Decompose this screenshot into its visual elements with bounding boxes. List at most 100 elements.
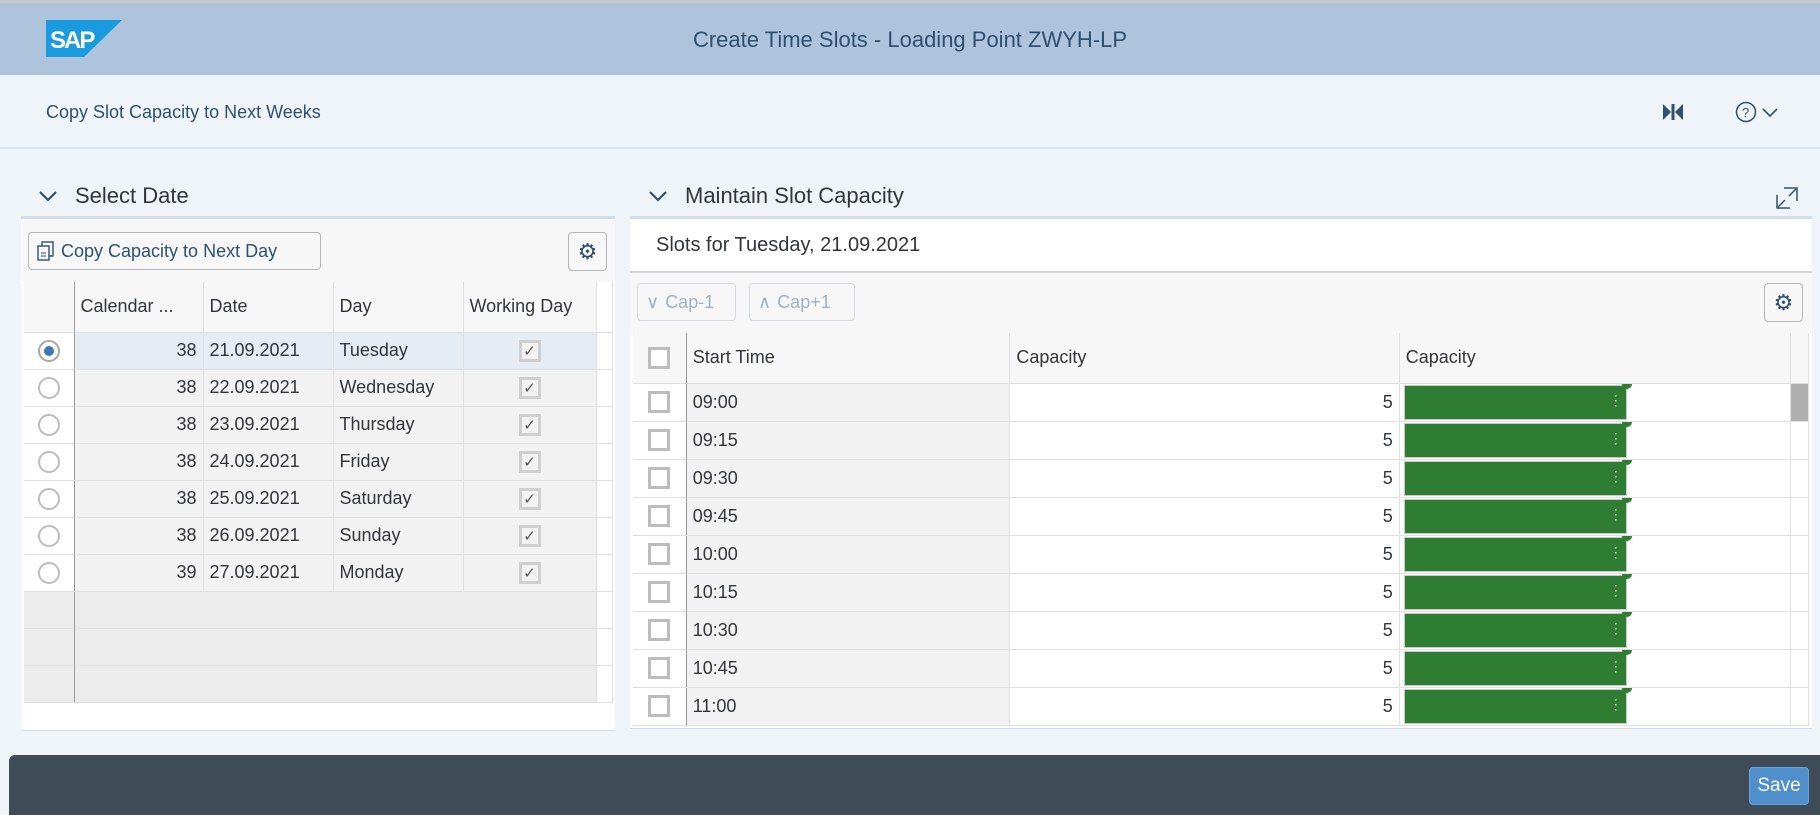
table-row[interactable]: 10:30 5 [633,611,1809,650]
capacity-cell[interactable]: 5 [1009,459,1400,498]
capacity-bar[interactable] [1403,573,1632,610]
fullscreen-icon[interactable] [1776,187,1798,209]
table-row[interactable]: 10:15 5 [633,573,1809,612]
column-header-capacity[interactable]: Capacity [1009,333,1400,384]
capacity-cell[interactable]: 5 [1009,649,1400,688]
table-settings-button[interactable]: ⚙ [568,232,607,271]
row-select-cell [633,649,687,688]
scroll-cell [596,369,613,407]
scrollbar-cell[interactable] [1790,497,1809,536]
row-radio-button[interactable] [37,450,60,473]
button-label: Cap+1 [777,291,831,312]
capacity-cell[interactable]: 5 [1009,573,1400,612]
select-all-checkbox[interactable] [648,346,671,369]
capacity-bar[interactable] [1403,459,1632,496]
date-cell: 24.09.2021 [203,443,334,481]
chevron-down-icon[interactable] [37,185,59,207]
table-row[interactable]: 11:00 5 [633,687,1809,726]
scrollbar-cell[interactable] [1790,459,1809,498]
row-radio-button[interactable] [37,561,60,584]
capacity-cell[interactable]: 5 [1009,497,1400,536]
column-header-day[interactable]: Day [333,282,464,333]
capacity-cell[interactable]: 5 [1009,687,1400,726]
table-row[interactable]: 38 25.09.2021 Saturday ✓ [24,480,613,518]
table-row[interactable]: 10:45 5 [633,649,1809,688]
table-row[interactable]: 09:15 5 [633,421,1809,460]
table-row[interactable]: 38 24.09.2021 Friday ✓ [24,443,613,481]
scrollbar-cell[interactable] [1790,383,1809,422]
save-button[interactable]: Save [1749,767,1809,805]
scrollbar-cell[interactable] [1790,649,1809,688]
capacity-bar[interactable] [1403,383,1632,420]
row-radio-button[interactable] [37,376,60,399]
working-day-checkbox: ✓ [518,413,541,436]
row-checkbox[interactable] [648,695,671,717]
row-checkbox[interactable] [648,657,671,679]
capacity-cell[interactable]: 5 [1009,611,1400,650]
copy-to-next-weeks-link[interactable]: Copy Slot Capacity to Next Weeks [46,102,321,123]
select-date-section-header[interactable]: Select Date [37,183,189,209]
capacity-bar[interactable] [1403,421,1632,458]
date-cell: 27.09.2021 [203,554,334,592]
table-header-row: Start Time Capacity Capacity [633,333,1809,384]
calendar-week-cell: 38 [74,369,204,407]
help-menu-icon[interactable]: ? [1735,101,1783,128]
column-header-date[interactable]: Date [203,282,334,333]
start-time-cell: 10:45 [686,649,1011,688]
button-label: Copy Capacity to Next Day [61,240,278,261]
maintain-capacity-section-header[interactable]: Maintain Slot Capacity [647,183,904,209]
scrollbar-cell[interactable] [1790,573,1809,612]
scrollbar-cell[interactable] [1790,687,1809,726]
row-checkbox[interactable] [648,391,671,413]
scroll-cell [596,591,613,629]
capacity-bar[interactable] [1403,649,1632,686]
capacity-cell[interactable]: 5 [1009,383,1400,422]
row-radio-button[interactable] [37,524,60,547]
table-header-row: Calendar ... Date Day Working Day [24,282,613,333]
table-row[interactable]: 39 27.09.2021 Monday ✓ [24,554,613,592]
table-row[interactable]: 38 21.09.2021 Tuesday ✓ [24,332,613,370]
table-row[interactable]: 38 23.09.2021 Thursday ✓ [24,406,613,444]
capacity-bar[interactable] [1403,497,1632,534]
column-header-capacity-bar[interactable]: Capacity [1399,333,1792,384]
row-checkbox[interactable] [648,619,671,641]
row-checkbox[interactable] [648,467,671,489]
capacity-cell[interactable]: 5 [1009,421,1400,460]
row-radio-button[interactable] [37,487,60,510]
collapse-header-icon[interactable] [1663,103,1683,126]
row-select-cell [633,421,687,460]
row-checkbox[interactable] [648,429,671,451]
table-settings-button[interactable]: ⚙ [1764,283,1803,322]
row-radio-button[interactable] [37,339,60,362]
scrollbar-cell[interactable] [1790,535,1809,574]
chevron-down-icon[interactable] [647,185,669,207]
capacity-cell[interactable]: 5 [1009,535,1400,574]
column-header-start-time[interactable]: Start Time [686,333,1011,384]
scroll-cell [596,517,613,555]
working-day-cell: ✓ [463,554,597,592]
column-header-calendar-week[interactable]: Calendar ... [74,282,204,333]
scrollbar-cell[interactable] [1790,611,1809,650]
copy-capacity-next-day-button[interactable]: Copy Capacity to Next Day [28,232,321,270]
scrollbar-cell[interactable] [1790,421,1809,460]
row-checkbox[interactable] [648,581,671,603]
row-checkbox[interactable] [648,505,671,527]
row-radio-button[interactable] [37,413,60,436]
table-row[interactable]: 09:00 5 [633,383,1809,422]
row-checkbox[interactable] [648,543,671,565]
start-time-cell: 09:30 [686,459,1011,498]
table-row[interactable]: 09:30 5 [633,459,1809,498]
row-select-cell [633,459,687,498]
capacity-bar[interactable] [1403,687,1632,724]
table-row[interactable]: 10:00 5 [633,535,1809,574]
cap-plus-button[interactable]: ∧ Cap+1 [749,283,855,321]
column-header-working-day[interactable]: Working Day [463,282,597,333]
start-time-cell: 11:00 [686,687,1011,726]
capacity-bar[interactable] [1403,611,1632,648]
table-row[interactable]: 09:45 5 [633,497,1809,536]
row-select-cell [633,611,687,650]
table-row[interactable]: 38 22.09.2021 Wednesday ✓ [24,369,613,407]
table-row[interactable]: 38 26.09.2021 Sunday ✓ [24,517,613,555]
cap-minus-button[interactable]: ∨ Cap-1 [637,283,736,321]
capacity-bar[interactable] [1403,535,1632,572]
